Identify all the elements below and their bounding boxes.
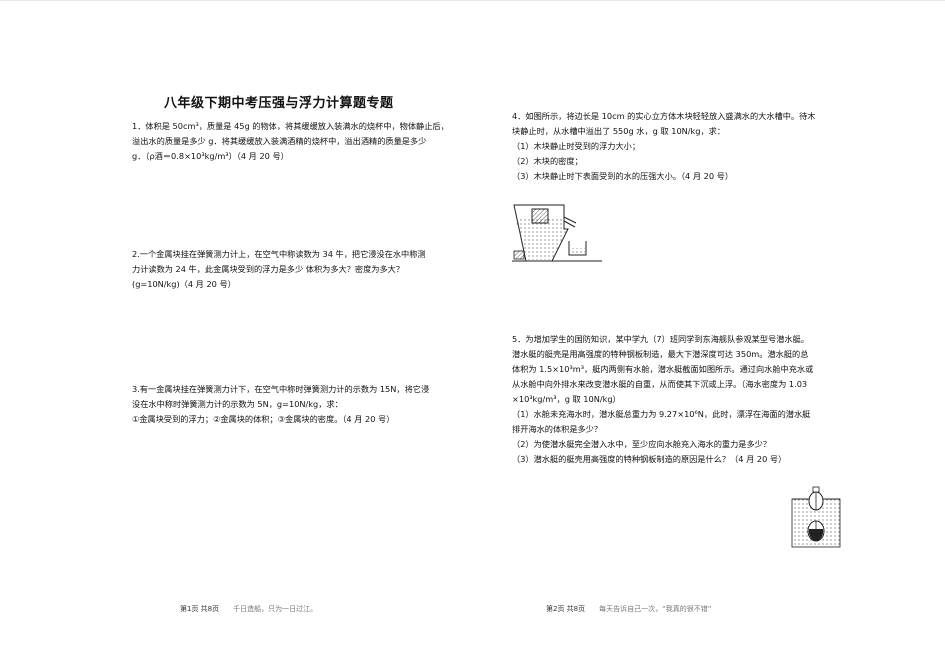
question-4-line: 块静止时，从水槽中溢出了 550g 水，g 取 10N/kg，求： <box>512 126 726 136</box>
question-1-line: g．（ρ酒＝0.8×10³kg/m³）（4 月 20 号） <box>132 151 289 161</box>
page-number: 第2页 共8页 <box>546 605 586 613</box>
question-5-line: 排开海水的体积是多少？ <box>512 424 603 434</box>
question-4-line: 4．如图所示，将边长是 10cm 的实心立方体木块轻轻放入盛满水的大水槽中。待木 <box>512 111 816 121</box>
footer-left: 第1页 共8页 千日造船，只为一日过江。 <box>180 604 317 614</box>
question-4-line: （2）木块的密度； <box>512 156 583 166</box>
question-5-line: ×10³kg/m³，g 取 10N/kg） <box>512 394 621 404</box>
footer-quote: 每天告诉自己一次，“我真的很不错” <box>599 605 712 613</box>
question-5-line: （3）潜水艇的艇壳用高强度的特种钢板制造的原因是什么？（4 月 20 号） <box>512 454 787 464</box>
question-4-line: （1）木块静止时受到的浮力大小； <box>512 141 641 151</box>
question-5-line: 5．为增加学生的国防知识，某中学九（7）班同学到东海舰队参观某型号潜水艇。 <box>512 334 809 344</box>
question-3-line: 3.有一金属块挂在弹簧测力计下，在空气中称时弹簧测力计的示数为 15N，将它浸 <box>132 384 430 394</box>
question-5-line: 潜水艇的艇壳是用高强度的特种钢板制造，最大下潜深度可达 350m。潜水艇的总 <box>512 349 809 359</box>
question-4: 4．如图所示，将边长是 10cm 的实心立方体木块轻轻放入盛满水的大水槽中。待木… <box>512 109 816 184</box>
page-title: 八年级下期中考压强与浮力计算题专题 <box>164 96 394 111</box>
question-5-line: （2）为使潜水艇完全潜入水中，至少应向水舱充入海水的重力是多少？ <box>512 439 772 449</box>
overflow-tank-figure <box>512 204 602 262</box>
question-5-line: （1）水舱未充海水时，潜水艇总重力为 9.27×10⁶N，此时，漂浮在海面的潜水… <box>512 409 811 419</box>
question-5-line: 从水舱中向外排水来改变潜水艇的自重，从而使其下沉或上浮。（海水密度为 1.03 <box>512 379 808 389</box>
question-4-line: （3）木块静止时下表面受到的水的压强大小。（4 月 20 号） <box>512 171 734 181</box>
submarine-figure <box>791 486 841 548</box>
question-2-line: (g=10N/kg)（4 月 20 号） <box>132 279 236 289</box>
question-1: 1．体积是 50cm³，质量是 45g 的物体，将其缓缓放入装满水的烧杯中，物体… <box>132 119 449 164</box>
question-1-line: 溢出水的质量是多少 g．将其缓缓放入装满酒精的烧杯中，溢出酒精的质量是多少 <box>132 136 427 146</box>
question-5-line: 体积为 1.5×10³m³，艇内两侧有水舱，潜水艇截面如图所示。通过向水舱中充水… <box>512 364 814 374</box>
question-3: 3.有一金属块挂在弹簧测力计下，在空气中称时弹簧测力计的示数为 15N，将它浸 … <box>132 382 429 427</box>
footer-right: 第2页 共8页 每天告诉自己一次，“我真的很不错” <box>546 604 711 614</box>
question-2-line: 力计读数为 24 牛，此金属块受到的浮力是多少 体积为多大？密度为多大？ <box>132 264 405 274</box>
question-1-line: 1．体积是 50cm³，质量是 45g 的物体，将其缓缓放入装满水的烧杯中，物体… <box>132 121 449 131</box>
page-number: 第1页 共8页 <box>180 605 220 613</box>
footer-quote: 千日造船，只为一日过江。 <box>233 605 318 613</box>
question-3-line: 没在水中称时弹簧测力计的示数为 5N，g=10N/kg，求： <box>132 399 343 409</box>
page-top-edge <box>0 0 945 1</box>
question-3-line: ①金属块受到的浮力；②金属块的体积；③金属块的密度。（4 月 20 号） <box>132 414 395 424</box>
question-2-line: 2.一个金属块挂在弹簧测力计上，在空气中称读数为 34 牛，把它浸没在水中称测 <box>132 249 426 259</box>
question-2: 2.一个金属块挂在弹簧测力计上，在空气中称读数为 34 牛，把它浸没在水中称测 … <box>132 247 426 292</box>
question-5: 5．为增加学生的国防知识，某中学九（7）班同学到东海舰队参观某型号潜水艇。 潜水… <box>512 332 813 467</box>
